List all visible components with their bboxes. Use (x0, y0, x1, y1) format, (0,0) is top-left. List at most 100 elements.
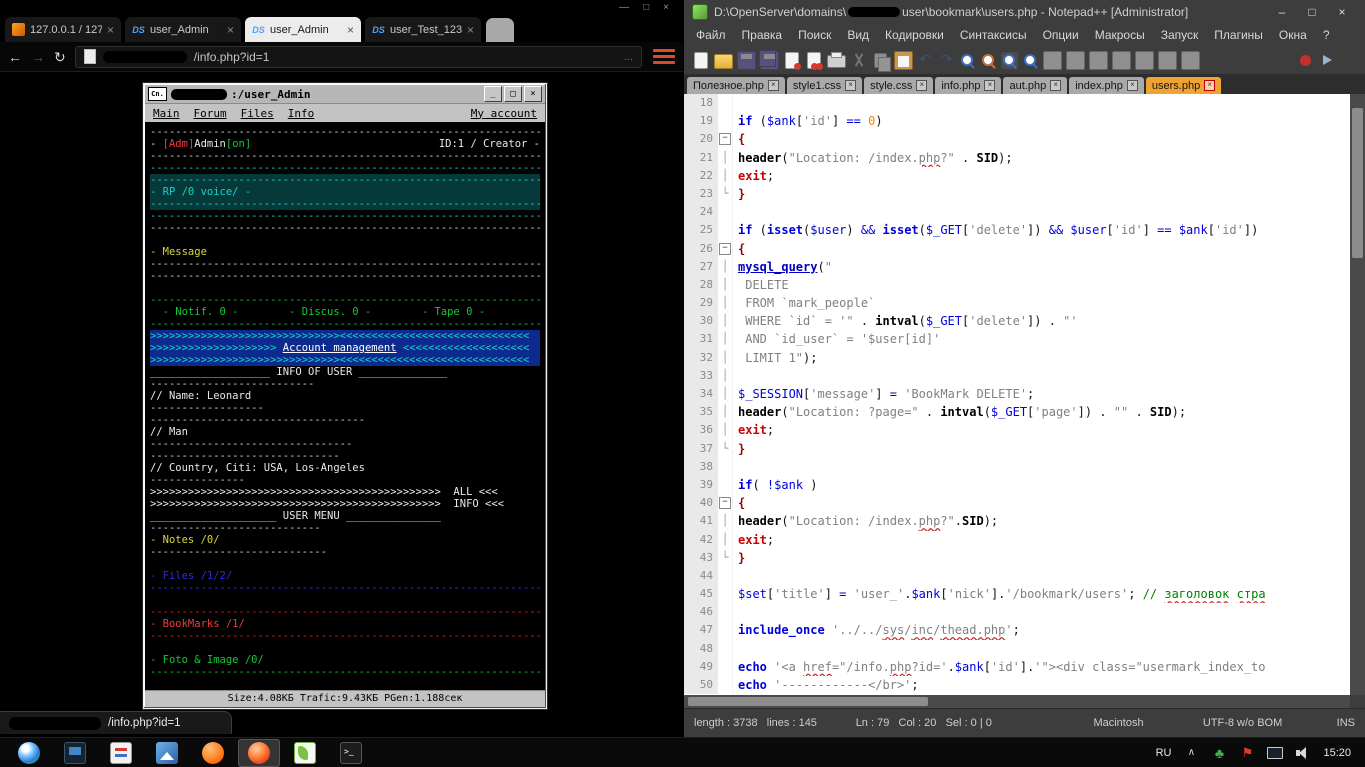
volume-icon[interactable] (1295, 745, 1311, 761)
tab-close-icon[interactable]: × (1127, 80, 1138, 91)
tab-close-icon[interactable]: × (467, 23, 474, 37)
menu-item[interactable]: Forum (194, 107, 227, 120)
address-bar[interactable]: /info.php?id=1 ... (75, 46, 642, 68)
play-macro-icon[interactable] (1318, 52, 1335, 69)
tab-close-icon[interactable]: × (984, 80, 995, 91)
editor-tab[interactable]: info.php× (935, 77, 1001, 94)
reload-icon[interactable] (54, 50, 66, 64)
maximize-icon[interactable] (1297, 0, 1327, 24)
scrollbar-thumb[interactable] (1352, 108, 1363, 258)
tab-close-icon[interactable]: × (1050, 80, 1061, 91)
code-editor[interactable]: 1819if ($ank['id'] == 0)20−{21│header("L… (684, 94, 1350, 695)
zoom-in-icon[interactable] (1001, 52, 1018, 69)
editor-tab[interactable]: Полезное.php× (687, 77, 785, 94)
paste-icon[interactable] (894, 51, 913, 70)
redo-icon[interactable] (938, 52, 955, 69)
minimize-icon[interactable] (1267, 0, 1297, 24)
editor-tab[interactable]: aut.php× (1003, 77, 1067, 94)
menu-item[interactable]: Вид (839, 28, 877, 42)
menu-item[interactable]: Файл (688, 28, 734, 42)
word-wrap-icon[interactable] (1089, 51, 1108, 70)
menu-item[interactable]: Окна (1271, 28, 1315, 42)
menu-item[interactable]: Files (241, 107, 274, 120)
menu-item[interactable]: Опции (1035, 28, 1087, 42)
clock[interactable]: 15:20 (1323, 747, 1351, 759)
editor-tab[interactable]: index.php× (1069, 77, 1144, 94)
record-macro-icon[interactable] (1297, 52, 1314, 69)
taskbar-button[interactable] (192, 739, 234, 767)
function-list-icon[interactable] (1181, 51, 1200, 70)
fold-collapse-icon[interactable]: − (719, 133, 731, 145)
menu-hamburger-icon[interactable] (653, 49, 675, 64)
taskbar-button[interactable] (100, 739, 142, 767)
openserver-icon[interactable] (1211, 745, 1227, 761)
tab-close-icon[interactable]: × (107, 23, 114, 37)
maximize-icon[interactable] (504, 86, 522, 102)
tab-close-icon[interactable]: × (227, 23, 234, 37)
taskbar-button[interactable] (54, 739, 96, 767)
close-icon[interactable] (663, 2, 669, 13)
browser-tab[interactable]: DSuser_Test_1234× (364, 16, 482, 42)
fold-collapse-icon[interactable]: − (719, 243, 731, 255)
doc-map-icon[interactable] (1158, 51, 1177, 70)
taskbar-button[interactable] (238, 739, 280, 767)
open-file-icon[interactable] (714, 54, 733, 69)
tab-close-icon[interactable]: × (768, 80, 779, 91)
hidden-icons-arrow-icon[interactable] (1183, 745, 1199, 761)
editor-tab[interactable]: style1.css× (787, 77, 862, 94)
save-icon[interactable] (737, 51, 756, 70)
browser-tab[interactable]: 127.0.0.1 / 127...× (4, 16, 122, 42)
menu-item[interactable]: Кодировки (877, 28, 952, 42)
close-all-icon[interactable] (807, 52, 821, 69)
menu-item[interactable]: Макросы (1087, 28, 1153, 42)
forward-icon[interactable] (31, 50, 45, 64)
menu-item-my-account[interactable]: My account (471, 107, 537, 120)
undo-icon[interactable] (917, 52, 934, 69)
replace-icon[interactable] (980, 52, 997, 69)
editor-tab[interactable]: style.css× (864, 77, 933, 94)
minimize-icon[interactable] (619, 2, 629, 13)
browser-tab[interactable]: DSuser_Admin× (244, 16, 362, 42)
tab-close-icon[interactable]: × (916, 80, 927, 91)
menu-item[interactable]: Поиск (790, 28, 839, 42)
language-indicator[interactable]: RU (1156, 747, 1172, 759)
close-icon[interactable] (524, 86, 542, 102)
new-file-icon[interactable] (694, 52, 708, 69)
close-icon[interactable] (1327, 0, 1357, 24)
taskbar-button[interactable] (284, 739, 326, 767)
copy-icon[interactable] (874, 53, 887, 68)
print-icon[interactable] (827, 55, 846, 68)
find-icon[interactable] (959, 52, 976, 69)
taskbar-button[interactable] (8, 739, 50, 767)
browser-tab[interactable]: DSuser_Admin× (124, 16, 242, 42)
menu-item[interactable]: Запуск (1153, 28, 1207, 42)
cut-icon[interactable] (850, 52, 867, 69)
sync-horizontal-icon[interactable] (1066, 51, 1085, 70)
taskbar-button[interactable] (330, 739, 372, 767)
save-all-icon[interactable] (760, 51, 779, 70)
indent-guide-icon[interactable] (1135, 51, 1154, 70)
taskbar-button[interactable] (146, 739, 188, 767)
menu-item[interactable]: Плагины (1206, 28, 1271, 42)
openserver-flag-icon[interactable] (1239, 745, 1255, 761)
horizontal-scrollbar[interactable] (684, 695, 1350, 708)
display-icon[interactable] (1267, 747, 1283, 759)
menu-item[interactable]: Правка (734, 28, 791, 42)
menu-item[interactable]: Main (153, 107, 180, 120)
scrollbar-thumb[interactable] (688, 697, 928, 706)
close-file-icon[interactable] (785, 52, 799, 69)
vertical-scrollbar[interactable] (1350, 94, 1365, 695)
zoom-out-icon[interactable] (1022, 52, 1039, 69)
fold-collapse-icon[interactable]: − (719, 497, 731, 509)
tab-close-icon[interactable]: × (845, 80, 856, 91)
menu-item[interactable]: Синтаксисы (952, 28, 1035, 42)
show-all-chars-icon[interactable] (1112, 51, 1131, 70)
editor-tab[interactable]: users.php× (1146, 77, 1221, 94)
account-management-link[interactable]: Account management (283, 342, 397, 354)
menu-item[interactable]: Info (288, 107, 315, 120)
tab-close-icon[interactable]: × (347, 23, 354, 37)
menu-item[interactable]: ? (1315, 28, 1338, 42)
new-tab-button[interactable] (486, 18, 514, 42)
minimize-icon[interactable] (484, 86, 502, 102)
tab-close-icon[interactable]: × (1204, 80, 1215, 91)
